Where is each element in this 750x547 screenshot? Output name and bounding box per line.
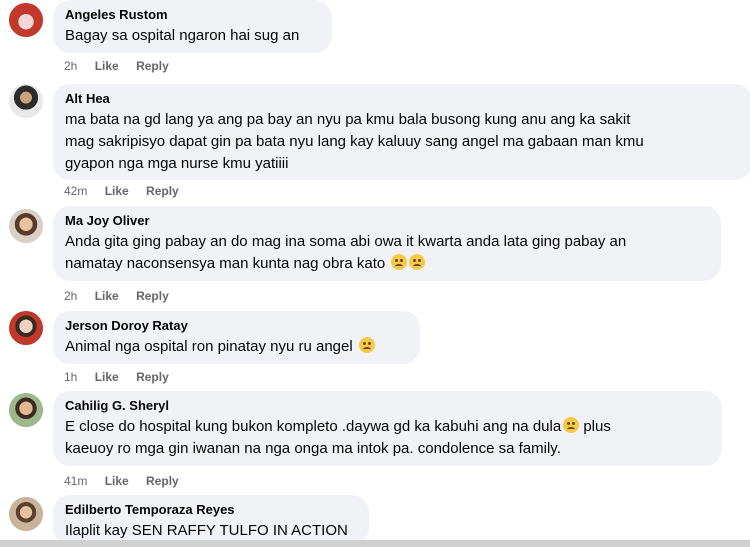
sad-face-emoji-icon xyxy=(391,254,408,270)
reply-button[interactable]: Reply xyxy=(136,58,169,74)
comment-bubble: Angeles Rustom Bagay sa ospital ngaron h… xyxy=(53,0,332,53)
avatar[interactable] xyxy=(9,84,43,118)
comment-author[interactable]: Edilberto Temporaza Reyes xyxy=(65,502,357,518)
comment-time[interactable]: 2h xyxy=(64,58,77,74)
comment-meta: 2h Like Reply xyxy=(64,288,183,304)
crying-face-emoji-icon xyxy=(563,417,580,433)
comment-text: Bagay sa ospital ngaron hai sug an xyxy=(65,27,300,44)
like-button[interactable]: Like xyxy=(95,369,119,385)
comment-meta: 1h Like Reply xyxy=(64,369,183,385)
comment-author[interactable]: Jerson Doroy Ratay xyxy=(65,318,408,334)
avatar[interactable] xyxy=(9,393,43,427)
comment-text: mag sakripisyo dapat gin pa bata nyu lan… xyxy=(65,133,644,150)
comment-meta: 42m Like Reply xyxy=(64,183,193,199)
avatar[interactable] xyxy=(9,497,43,531)
comment-time[interactable]: 42m xyxy=(64,183,87,199)
comment-text: Animal nga ospital ron pinatay nyu ru an… xyxy=(65,336,408,358)
comment-bubble: Cahilig G. Sheryl E close do hospital ku… xyxy=(53,391,722,466)
avatar[interactable] xyxy=(9,311,43,345)
comment-text: Ilaplit kay SEN RAFFY TULFO IN ACTION xyxy=(65,522,348,539)
like-button[interactable]: Like xyxy=(105,473,129,489)
comment-author[interactable]: Cahilig G. Sheryl xyxy=(65,398,710,414)
comment-bubble: Jerson Doroy Ratay Animal nga ospital ro… xyxy=(53,311,420,364)
comment-text: Anda gita ging pabay an do mag ina soma … xyxy=(65,233,627,250)
reply-button[interactable]: Reply xyxy=(146,183,179,199)
comment-meta: 2h Like Reply xyxy=(64,58,183,74)
comment-author[interactable]: Angeles Rustom xyxy=(65,7,320,23)
reply-button[interactable]: Reply xyxy=(136,288,169,304)
like-button[interactable]: Like xyxy=(95,58,119,74)
sad-face-emoji-icon xyxy=(358,337,375,353)
comment-meta: 41m Like Reply xyxy=(64,473,193,489)
comment-bubble: Ma Joy Oliver Anda gita ging pabay an do… xyxy=(53,206,721,281)
comment-time[interactable]: 1h xyxy=(64,369,77,385)
bottom-divider xyxy=(0,540,750,547)
like-button[interactable]: Like xyxy=(105,183,129,199)
comment-time[interactable]: 2h xyxy=(64,288,77,304)
reply-button[interactable]: Reply xyxy=(146,473,179,489)
comment-text: gyapon nga mga nurse kmu yatiiii xyxy=(65,155,289,172)
comment-author[interactable]: Ma Joy Oliver xyxy=(65,213,709,229)
comment-time[interactable]: 41m xyxy=(64,473,87,489)
comment-bubble: Edilberto Temporaza Reyes Ilaplit kay SE… xyxy=(53,495,369,545)
comment-author[interactable]: Alt Hea xyxy=(65,91,740,107)
like-button[interactable]: Like xyxy=(95,288,119,304)
comment-text: E close do hospital kung bukon kompleto … xyxy=(65,417,611,435)
comment-text: kaeuoy ro mga gin iwanan na nga onga ma … xyxy=(65,440,561,457)
sad-face-emoji-icon xyxy=(409,254,426,270)
comment-text: ma bata na gd lang ya ang pa bay an nyu … xyxy=(65,111,631,128)
reply-button[interactable]: Reply xyxy=(136,369,169,385)
avatar[interactable] xyxy=(9,3,43,37)
comment-bubble: Alt Hea ma bata na gd lang ya ang pa bay… xyxy=(53,84,750,180)
comment-text: namatay naconsensya man kunta nag obra k… xyxy=(65,253,709,275)
avatar[interactable] xyxy=(9,209,43,243)
